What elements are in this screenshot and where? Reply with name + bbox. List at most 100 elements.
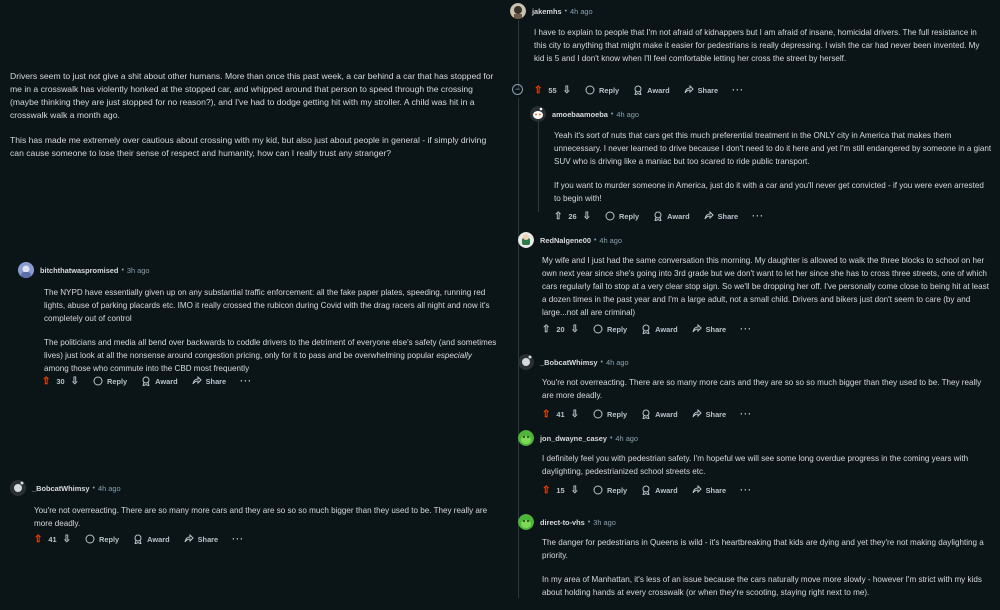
username[interactable]: _BobcatWhimsy <box>32 484 90 493</box>
comment-actions: ⇧ 20 ⇩ Reply Award Share ··· <box>542 321 752 337</box>
timestamp[interactable]: 4h ago <box>599 236 622 245</box>
separator-dot: • <box>610 110 614 118</box>
comment-body: The NYPD have essentially given up on an… <box>18 286 498 375</box>
downvote-arrow-icon[interactable]: ⇩ <box>571 485 579 496</box>
share-button[interactable]: Share <box>692 409 727 419</box>
avatar[interactable] <box>530 106 546 122</box>
timestamp[interactable]: 4h ago <box>570 7 593 16</box>
award-button[interactable]: Award <box>641 324 678 334</box>
reply-label: Reply <box>107 376 128 386</box>
reply-label: Reply <box>607 324 628 334</box>
reply-bubble-icon <box>85 534 95 544</box>
upvote-arrow-icon[interactable]: ⇧ <box>34 534 42 545</box>
reply-bubble-icon <box>593 324 603 334</box>
comment-actions: ⇧ 41 ⇩ Reply Award Share ··· <box>34 531 244 547</box>
downvote-arrow-icon[interactable]: ⇩ <box>571 409 579 420</box>
reply-label: Reply <box>99 534 120 544</box>
share-button[interactable]: Share <box>684 85 718 95</box>
share-button[interactable]: Share <box>692 485 726 495</box>
separator-dot: • <box>609 434 613 442</box>
award-button[interactable]: Award <box>633 85 670 95</box>
more-options-button[interactable]: ··· <box>740 485 752 495</box>
award-button[interactable]: Award <box>133 534 170 544</box>
reply-button[interactable]: Reply <box>85 534 119 544</box>
timestamp[interactable]: 4h ago <box>98 484 121 493</box>
reply-button[interactable]: Reply <box>585 85 619 95</box>
timestamp[interactable]: 4h ago <box>615 434 638 443</box>
avatar[interactable] <box>510 3 526 19</box>
upvote-arrow-icon[interactable]: ⇧ <box>42 376 50 387</box>
upvote-arrow-icon[interactable]: ⇧ <box>554 211 562 222</box>
more-options-button[interactable]: ··· <box>240 376 252 386</box>
share-label: Share <box>705 409 727 419</box>
more-options-button[interactable]: ··· <box>732 85 744 95</box>
reply-button[interactable]: Reply <box>605 211 639 221</box>
award-icon <box>642 409 650 419</box>
award-button[interactable]: Award <box>653 211 690 221</box>
comment-text: The politicians and media all bend over … <box>44 338 497 360</box>
username[interactable]: jakemhs <box>532 7 562 16</box>
downvote-arrow-icon[interactable]: ⇩ <box>571 324 579 335</box>
comment-body: Yeah it's sort of nuts that cars get thi… <box>530 129 992 205</box>
comment-paragraph: The NYPD have essentially given up on an… <box>44 288 490 323</box>
timestamp[interactable]: 4h ago <box>606 358 629 367</box>
username[interactable]: RedNalgene00 <box>540 236 591 245</box>
comment-header: _BobcatWhimsy • 4h ago <box>10 480 500 496</box>
timestamp[interactable]: 3h ago <box>593 518 616 527</box>
more-options-button[interactable]: ··· <box>740 409 752 419</box>
username[interactable]: jon_dwayne_casey <box>540 434 607 443</box>
post-paragraph: This has made me extremely over cautious… <box>10 135 487 158</box>
timestamp[interactable]: 4h ago <box>616 110 639 119</box>
timestamp[interactable]: 3h ago <box>127 266 150 275</box>
comment-actions: ⇧ 26 ⇩ Reply Award Share ··· <box>554 208 764 224</box>
username[interactable]: direct-to-vhs <box>540 518 585 527</box>
upvote-arrow-icon[interactable]: ⇧ <box>542 324 550 335</box>
vote-count: 41 <box>556 409 565 419</box>
reply-button[interactable]: Reply <box>593 409 627 419</box>
comment: jon_dwayne_casey • 4h ago I definitely f… <box>518 430 990 489</box>
comment-paragraph: The danger for pedestrians in Queens is … <box>542 538 984 560</box>
more-options-button[interactable]: ··· <box>752 211 764 221</box>
comment: _BobcatWhimsy • 4h ago You're not overre… <box>518 354 990 413</box>
share-icon <box>692 485 702 494</box>
avatar[interactable] <box>10 480 26 496</box>
downvote-arrow-icon[interactable]: ⇩ <box>563 85 571 96</box>
share-button[interactable]: Share <box>692 324 726 334</box>
avatar[interactable] <box>518 232 534 248</box>
award-icon <box>142 376 150 386</box>
award-label: Award <box>147 534 170 544</box>
more-options-button[interactable]: ··· <box>740 324 752 334</box>
share-label: Share <box>197 534 219 544</box>
award-button[interactable]: Award <box>641 409 678 419</box>
share-label: Share <box>205 376 227 386</box>
avatar[interactable] <box>18 262 34 278</box>
avatar[interactable] <box>518 354 534 370</box>
share-button[interactable]: Share <box>704 211 738 221</box>
upvote-arrow-icon[interactable]: ⇧ <box>542 409 550 420</box>
avatar[interactable] <box>518 514 534 530</box>
downvote-arrow-icon[interactable]: ⇩ <box>71 376 79 387</box>
reply-button[interactable]: Reply <box>593 324 627 334</box>
award-button[interactable]: Award <box>141 376 178 386</box>
username[interactable]: bitchthatwaspromised <box>40 266 118 275</box>
username[interactable]: _BobcatWhimsy <box>540 358 598 367</box>
vote-count: 15 <box>556 485 565 495</box>
avatar[interactable] <box>518 430 534 446</box>
reply-button[interactable]: Reply <box>93 376 127 386</box>
share-button[interactable]: Share <box>192 376 227 386</box>
comment: amoebaamoeba • 4h ago Yeah it's sort of … <box>530 106 992 216</box>
downvote-arrow-icon[interactable]: ⇩ <box>63 534 71 545</box>
more-options-button[interactable]: ··· <box>232 534 244 544</box>
reply-button[interactable]: Reply <box>593 485 627 495</box>
share-icon <box>192 376 202 385</box>
upvote-arrow-icon[interactable]: ⇧ <box>542 485 550 496</box>
separator-dot: • <box>587 518 591 526</box>
post-body: Drivers seem to just not give a shit abo… <box>10 70 500 172</box>
collapse-thread-button[interactable]: − <box>512 84 523 95</box>
reply-bubble-icon <box>593 485 603 495</box>
upvote-arrow-icon[interactable]: ⇧ <box>534 85 542 96</box>
award-button[interactable]: Award <box>641 485 678 495</box>
username[interactable]: amoebaamoeba <box>552 110 608 119</box>
downvote-arrow-icon[interactable]: ⇩ <box>583 211 591 222</box>
share-button[interactable]: Share <box>184 534 219 544</box>
